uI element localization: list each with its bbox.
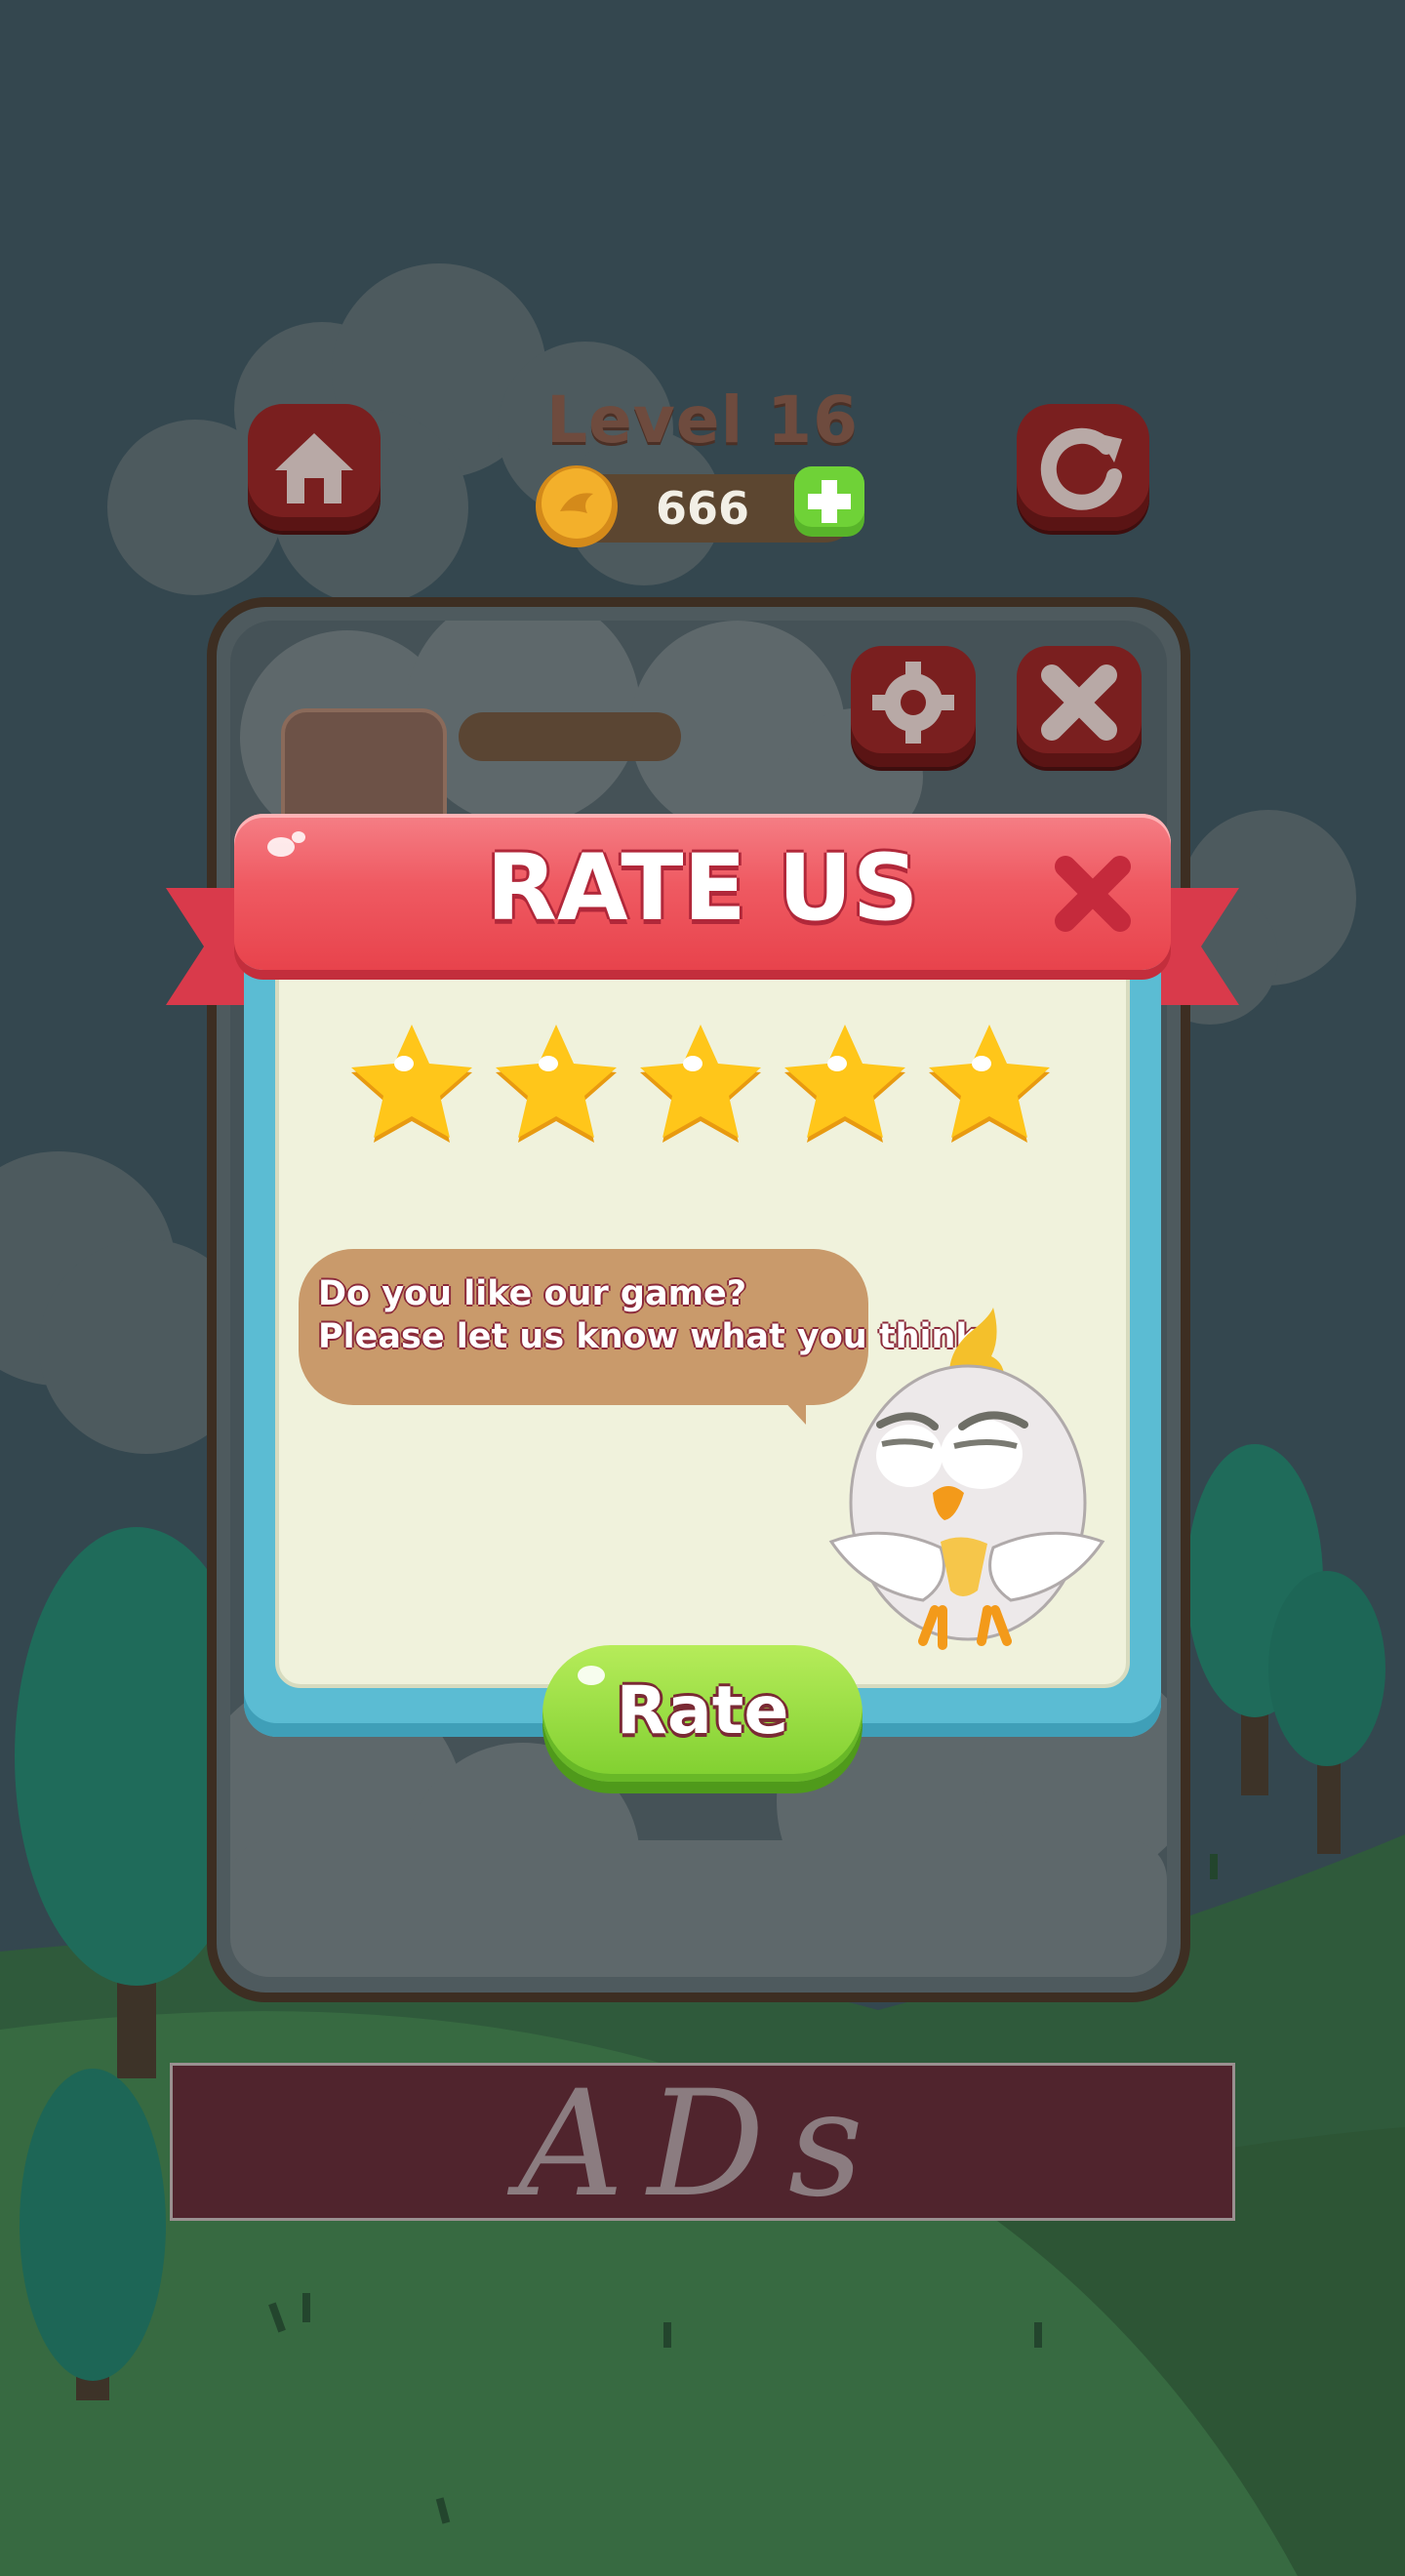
rate-button-label: Rate	[616, 1672, 789, 1750]
star-icon[interactable]	[343, 1015, 480, 1151]
home-button[interactable]	[248, 404, 381, 531]
progress-bar	[459, 712, 681, 761]
message-line-1: Do you like our game?	[318, 1274, 747, 1313]
speech-bubble-tail	[751, 1366, 806, 1425]
home-icon	[275, 433, 353, 503]
chicken-mascot	[828, 1308, 1105, 1650]
ads-banner[interactable]: ADs	[170, 2060, 1235, 2230]
close-board-button[interactable]	[1017, 646, 1142, 767]
gear-icon	[872, 662, 954, 744]
close-icon	[1041, 664, 1117, 741]
level-title: Level 16	[545, 382, 860, 458]
dialog-title: RATE US	[486, 835, 919, 942]
star-icon[interactable]	[777, 1015, 913, 1151]
message-line-2: Please let us know what you think	[318, 1317, 979, 1356]
star-icon[interactable]	[921, 1015, 1058, 1151]
ads-label: ADs	[518, 2060, 887, 2230]
star-icon[interactable]	[488, 1015, 624, 1151]
star-icon[interactable]	[632, 1015, 769, 1151]
restart-icon	[1040, 427, 1122, 510]
add-coins-button[interactable]	[792, 464, 866, 539]
coin-count: 666	[655, 482, 750, 535]
settings-button[interactable]	[851, 646, 976, 767]
restart-button[interactable]	[1017, 404, 1149, 531]
title-gloss	[267, 831, 305, 857]
dialog-close-button[interactable]	[1044, 845, 1142, 943]
